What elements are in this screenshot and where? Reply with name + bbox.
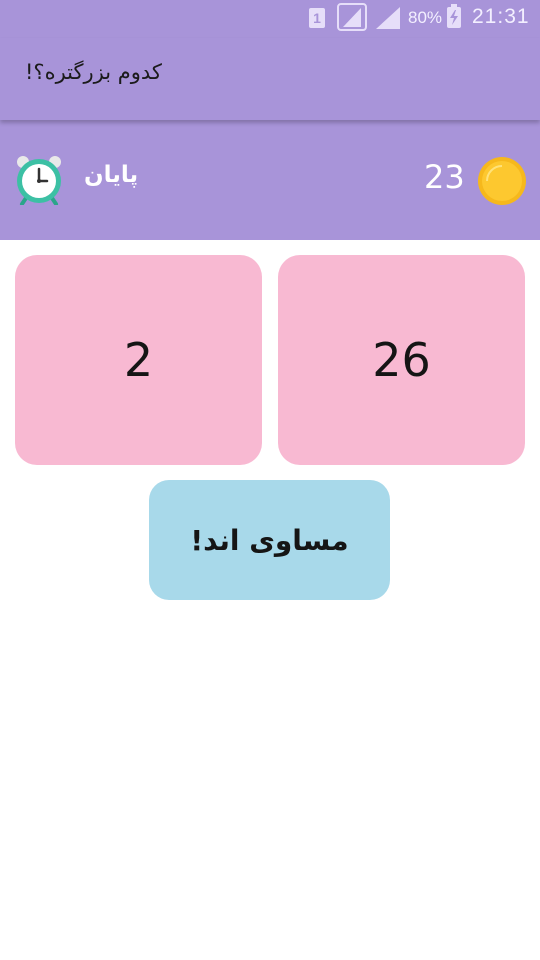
app-bar: کدوم بزرگتره؟! [0,38,540,120]
info-bar: پایان 23 [0,120,540,240]
equal-button[interactable]: مساوی اند! [149,480,390,600]
number-card-left[interactable]: 2 [15,255,262,465]
battery-charging-icon [447,4,461,28]
status-clock: 21:31 [472,5,530,28]
number-card-right[interactable]: 26 [278,255,525,465]
sim-icon: 1 [309,8,325,28]
alarm-clock-icon [13,153,65,209]
coin-icon [477,156,527,210]
end-game-label[interactable]: پایان [84,162,138,188]
signal-icon [375,6,401,30]
status-bar: 1 80% 21:31 [0,0,540,38]
signal-icon [337,3,367,31]
page-title: کدوم بزرگتره؟! [25,60,162,84]
coin-score: 23 [424,158,465,196]
battery-percent: 80% [408,8,443,27]
